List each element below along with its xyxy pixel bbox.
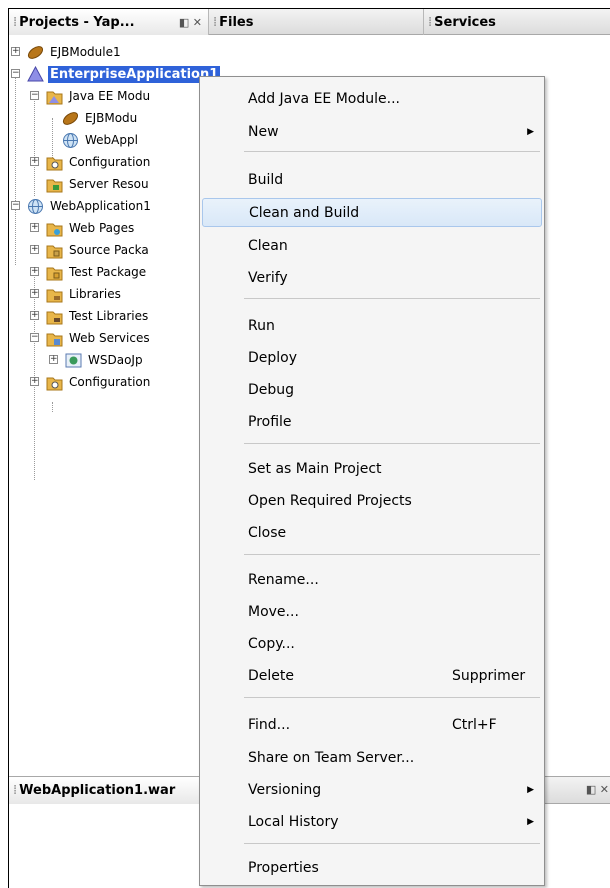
collapse-icon[interactable]: − [30,333,39,342]
tab-navigator[interactable]: ⁞ WebApplication1.war [9,777,209,804]
submenu-arrow-icon: ▶ [527,126,534,137]
menu-item-rename[interactable]: Rename... [202,565,542,594]
menu-separator [244,298,540,299]
menu-item-clean-and-build[interactable]: Clean and Build [202,198,542,227]
submenu-arrow-icon: ▶ [527,816,534,827]
tab-services[interactable]: ⁞ Services [424,9,610,35]
tree-item-server-resources[interactable]: Server Resou [30,173,151,195]
minimize-close-icons[interactable]: ◧ ✕ [179,16,202,29]
menu-separator [244,697,540,698]
enterprise-app-icon [27,65,44,81]
menu-item-copy[interactable]: Copy... [202,629,542,658]
tree-item-java-ee-modules[interactable]: − Java EE Modu [30,85,152,107]
submenu-arrow-icon: ▶ [527,784,534,795]
tree-item-webapplication1[interactable]: − WebApplication1 [11,195,153,217]
collapse-icon[interactable]: − [30,91,39,100]
explorer-tab-bar: ⁞ Projects - Yap... ◧ ✕ ⁞ Files ⁞ Servic… [9,9,610,35]
tree-item-web-pages[interactable]: + Web Pages [30,217,136,239]
menu-item-find[interactable]: Find... Ctrl+F [202,710,542,739]
tree-item-test-packages[interactable]: + Test Package [30,261,148,283]
menu-item-debug[interactable]: Debug [202,375,542,404]
tree-item-webapp-child[interactable]: WebAppl [62,129,140,151]
menu-item-deploy[interactable]: Deploy [202,343,542,372]
menu-item-add-java-ee-module[interactable]: Add Java EE Module... [202,84,542,113]
tree-item-configuration-files[interactable]: + Configuration [30,151,152,173]
menu-item-move[interactable]: Move... [202,597,542,626]
menu-item-share-on-team-server[interactable]: Share on Team Server... [202,743,542,772]
tree-item-ejbmodule1[interactable]: + EJBModule1 [11,41,123,63]
tree-item-configuration-files-web[interactable]: + Configuration [30,371,152,393]
grip-icon: ⁞ [428,14,432,30]
expand-icon[interactable]: + [30,223,39,232]
web-pages-folder-icon [46,223,63,236]
expand-icon[interactable]: + [30,289,39,298]
tree-item-source-packages[interactable]: + Source Packa [30,239,151,261]
menu-item-profile[interactable]: Profile [202,407,542,436]
navigator-title: WebApplication1.war [19,783,176,798]
grip-icon: ⁞ [13,14,17,30]
menu-item-set-as-main-project[interactable]: Set as Main Project [202,454,542,483]
expand-icon[interactable]: + [30,267,39,276]
tab-projects[interactable]: ⁞ Projects - Yap... ◧ ✕ [9,9,209,35]
minimize-close-icons[interactable]: ◧ ✕ [586,783,609,796]
globe-icon [28,198,43,214]
menu-item-verify[interactable]: Verify [202,263,542,292]
test-libraries-folder-icon [46,311,63,324]
menu-separator [244,443,540,444]
expand-icon[interactable]: + [30,245,39,254]
test-package-folder-icon [46,267,63,280]
tree-item-web-services[interactable]: − Web Services [30,327,152,349]
tree-item-ejbmodule-child[interactable]: EJBModu [62,107,139,129]
menu-item-new[interactable]: New ▶ [202,117,542,146]
bean-icon [62,111,79,125]
context-menu: Add Java EE Module... New ▶ Build Clean a… [199,76,545,886]
tab-files[interactable]: ⁞ Files [209,9,424,35]
shortcut-label: Ctrl+F [452,716,497,733]
tree-guide [15,74,16,265]
menu-item-versioning[interactable]: Versioning ▶ [202,775,542,804]
tree-item-enterpriseapplication1[interactable]: − EnterpriseApplication1 [11,63,221,85]
menu-item-build[interactable]: Build [202,165,542,194]
tab-files-label: Files [219,14,254,30]
tab-projects-label: Projects - Yap... [19,14,135,30]
menu-item-open-required-projects[interactable]: Open Required Projects [202,486,542,515]
expand-icon[interactable]: + [30,157,39,166]
collapse-icon[interactable]: − [11,69,20,78]
server-folder-icon [46,179,63,192]
expand-icon[interactable]: + [30,377,39,386]
menu-separator [244,843,540,844]
menu-item-local-history[interactable]: Local History ▶ [202,807,542,836]
menu-item-run[interactable]: Run [202,311,542,340]
menu-item-clean[interactable]: Clean [202,231,542,260]
package-folder-icon [46,245,63,258]
globe-icon [63,132,78,148]
web-services-folder-icon [46,333,63,346]
libraries-folder-icon [46,289,63,302]
expand-icon[interactable]: + [11,47,20,56]
expand-icon[interactable]: + [30,311,39,320]
bean-icon [27,45,44,59]
menu-item-properties[interactable]: Properties [202,853,542,882]
expand-icon[interactable]: + [49,355,58,364]
config-folder-icon [46,377,63,390]
grip-icon: ⁞ [13,783,17,798]
collapse-icon[interactable]: − [11,201,20,210]
shortcut-label: Supprimer [452,667,526,684]
tree-item-wsdao[interactable]: + WSDaoJp [49,349,145,371]
menu-item-delete[interactable]: Delete Supprimer [202,661,542,690]
menu-separator [244,554,540,555]
tree-guide [52,402,53,412]
tab-services-label: Services [434,14,496,30]
config-folder-icon [46,157,63,170]
tree-item-libraries[interactable]: + Libraries [30,283,123,305]
grip-icon: ⁞ [213,14,217,30]
folder-icon [46,91,63,104]
web-service-icon [65,353,82,367]
menu-separator [244,151,540,152]
tree-item-test-libraries[interactable]: + Test Libraries [30,305,150,327]
menu-item-close[interactable]: Close [202,518,542,547]
